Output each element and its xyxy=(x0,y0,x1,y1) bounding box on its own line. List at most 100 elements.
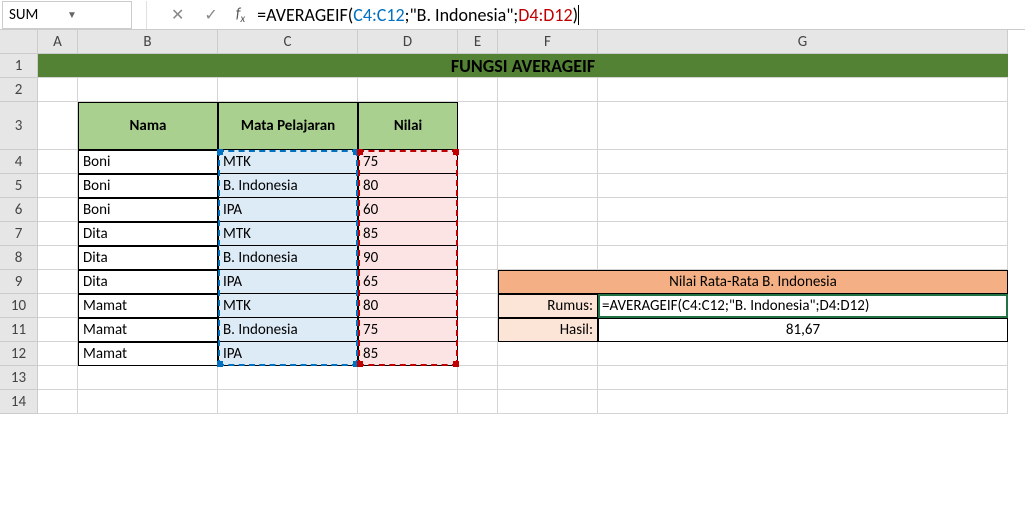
row-header-3[interactable]: 3 xyxy=(0,102,38,150)
row-header-5[interactable]: 5 xyxy=(0,174,38,198)
cell-nilai[interactable]: 80 xyxy=(358,294,458,318)
title-cell[interactable]: FUNGSI AVERAGEIF xyxy=(38,54,1008,78)
cell[interactable] xyxy=(38,318,78,342)
cell[interactable] xyxy=(218,390,358,414)
col-header-C[interactable]: C xyxy=(218,30,358,54)
cell-nilai[interactable]: 90 xyxy=(358,246,458,270)
cell-mapel[interactable]: B. Indonesia xyxy=(218,318,358,342)
col-header-F[interactable]: F xyxy=(498,30,598,54)
cell[interactable] xyxy=(38,78,78,102)
cell[interactable] xyxy=(218,366,358,390)
row-header-9[interactable]: 9 xyxy=(0,270,38,294)
cell[interactable] xyxy=(458,174,498,198)
cell-nilai[interactable]: 85 xyxy=(358,342,458,366)
cell-nilai[interactable]: 60 xyxy=(358,198,458,222)
select-all-corner[interactable] xyxy=(0,30,38,54)
cancel-button[interactable]: ✕ xyxy=(161,5,194,25)
rumus-value-cell[interactable]: =AVERAGEIF(C4:C12;"B. Indonesia";D4:D12) xyxy=(598,294,1008,318)
cell[interactable] xyxy=(458,246,498,270)
hasil-value-cell[interactable]: 81,67 xyxy=(598,318,1008,342)
cell[interactable] xyxy=(458,294,498,318)
cell[interactable] xyxy=(598,102,1008,150)
cell[interactable] xyxy=(598,222,1008,246)
cell[interactable] xyxy=(218,78,358,102)
cell[interactable] xyxy=(358,366,458,390)
cell[interactable] xyxy=(498,174,598,198)
row-header-14[interactable]: 14 xyxy=(0,390,38,414)
cell[interactable] xyxy=(38,198,78,222)
formula-input[interactable]: =AVERAGEIF(C4:C12;"B. Indonesia";D4:D12) xyxy=(253,2,1025,28)
cell[interactable] xyxy=(358,78,458,102)
table-header-nilai[interactable]: Nilai xyxy=(358,102,458,150)
cell[interactable] xyxy=(598,78,1008,102)
row-header-2[interactable]: 2 xyxy=(0,78,38,102)
col-header-B[interactable]: B xyxy=(78,30,218,54)
summary-title[interactable]: Nilai Rata-Rata B. Indonesia xyxy=(498,270,1008,294)
cell[interactable] xyxy=(38,342,78,366)
cell[interactable] xyxy=(598,174,1008,198)
cell[interactable] xyxy=(458,102,498,150)
cell[interactable] xyxy=(498,102,598,150)
cell[interactable] xyxy=(38,102,78,150)
cell-nama[interactable]: Boni xyxy=(78,174,218,198)
cell[interactable] xyxy=(458,78,498,102)
cell[interactable] xyxy=(78,390,218,414)
cell[interactable] xyxy=(38,246,78,270)
cell[interactable] xyxy=(498,342,598,366)
cell[interactable] xyxy=(38,366,78,390)
name-box-dropdown-icon[interactable]: ▼ xyxy=(67,8,125,21)
cell[interactable] xyxy=(598,246,1008,270)
cell-mapel[interactable]: IPA xyxy=(218,342,358,366)
cell[interactable] xyxy=(38,390,78,414)
row-header-13[interactable]: 13 xyxy=(0,366,38,390)
cell[interactable] xyxy=(458,198,498,222)
cell-nama[interactable]: Mamat xyxy=(78,318,218,342)
col-header-G[interactable]: G xyxy=(598,30,1008,54)
cell-nama[interactable]: Mamat xyxy=(78,342,218,366)
col-header-E[interactable]: E xyxy=(458,30,498,54)
cell[interactable] xyxy=(458,390,498,414)
cell-mapel[interactable]: IPA xyxy=(218,270,358,294)
cell[interactable] xyxy=(498,150,598,174)
name-box[interactable]: SUM ▼ xyxy=(2,1,132,29)
cell-nama[interactable]: Dita xyxy=(78,246,218,270)
spreadsheet-grid[interactable]: A B C D E F G 1 FUNGSI AVERAGEIF 2 3 Nam… xyxy=(0,30,1025,414)
cell[interactable] xyxy=(458,342,498,366)
table-header-mapel[interactable]: Mata Pelajaran xyxy=(218,102,358,150)
cell[interactable] xyxy=(38,294,78,318)
cell-mapel[interactable]: MTK xyxy=(218,222,358,246)
row-header-1[interactable]: 1 xyxy=(0,54,38,78)
cell[interactable] xyxy=(458,150,498,174)
row-header-7[interactable]: 7 xyxy=(0,222,38,246)
cell[interactable] xyxy=(358,390,458,414)
row-header-11[interactable]: 11 xyxy=(0,318,38,342)
cell-nama[interactable]: Dita xyxy=(78,222,218,246)
cell[interactable] xyxy=(38,150,78,174)
row-header-10[interactable]: 10 xyxy=(0,294,38,318)
row-header-6[interactable]: 6 xyxy=(0,198,38,222)
cell-nama[interactable]: Boni xyxy=(78,150,218,174)
cell[interactable] xyxy=(498,390,598,414)
cell-nilai[interactable]: 75 xyxy=(358,318,458,342)
cell[interactable] xyxy=(458,222,498,246)
table-header-nama[interactable]: Nama xyxy=(78,102,218,150)
cell[interactable] xyxy=(78,78,218,102)
cell-nama[interactable]: Mamat xyxy=(78,294,218,318)
cell-mapel[interactable]: MTK xyxy=(218,294,358,318)
cell-nilai[interactable]: 80 xyxy=(358,174,458,198)
col-header-A[interactable]: A xyxy=(38,30,78,54)
cell[interactable] xyxy=(38,222,78,246)
cell[interactable] xyxy=(458,270,498,294)
cell-nama[interactable]: Boni xyxy=(78,198,218,222)
cell-mapel[interactable]: B. Indonesia xyxy=(218,174,358,198)
row-header-4[interactable]: 4 xyxy=(0,150,38,174)
cell[interactable] xyxy=(458,366,498,390)
col-header-D[interactable]: D xyxy=(358,30,458,54)
rumus-label[interactable]: Rumus: xyxy=(498,294,598,318)
cell[interactable] xyxy=(78,366,218,390)
cell[interactable] xyxy=(498,222,598,246)
hasil-label[interactable]: Hasil: xyxy=(498,318,598,342)
cell[interactable] xyxy=(38,174,78,198)
cell[interactable] xyxy=(598,390,1008,414)
row-header-8[interactable]: 8 xyxy=(0,246,38,270)
